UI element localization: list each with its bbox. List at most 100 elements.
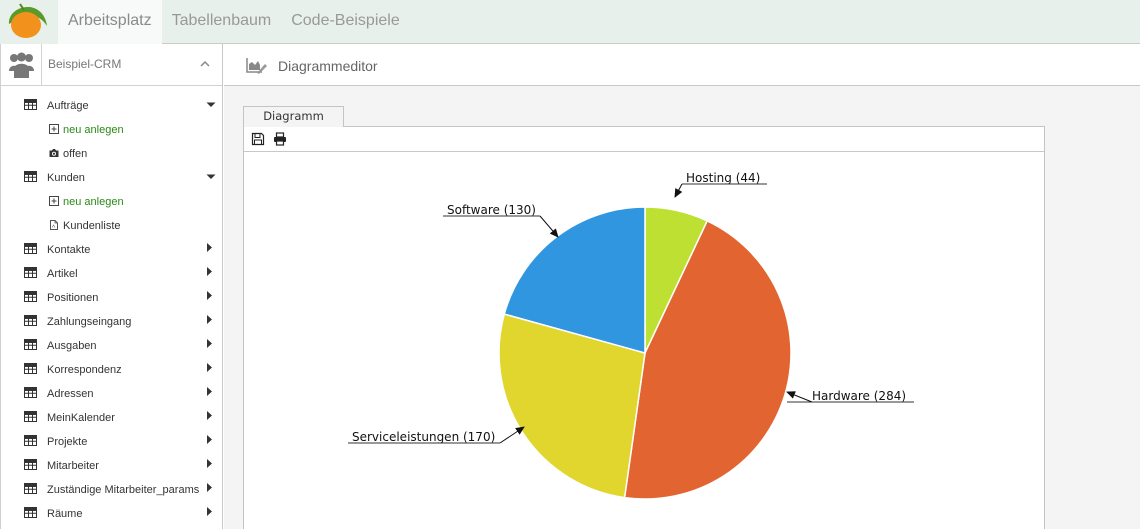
table-icon xyxy=(24,99,37,110)
label-pointer-arrow xyxy=(539,215,559,238)
caret-right-icon[interactable] xyxy=(205,267,214,276)
table-icon xyxy=(24,507,37,518)
table-icon xyxy=(24,387,37,398)
sidebar-item-label: Kontakte xyxy=(47,244,91,256)
camera-icon xyxy=(49,148,59,158)
sidebar-item[interactable]: Kundenliste xyxy=(1,214,223,238)
pie-chart: Hosting (44) Hardware (284) Serviceleistun… xyxy=(244,153,1044,529)
sidebar-item[interactable]: MeinKalender xyxy=(1,406,223,430)
print-icon[interactable] xyxy=(273,132,287,146)
sidebar-item[interactable]: neu anlegen xyxy=(1,118,223,142)
sidebar-menu: Aufträge neu anlegen offen Kunden neu anlege… xyxy=(1,94,223,526)
sidebar-item-label: Räume xyxy=(47,508,83,520)
sidebar-item-label: Adressen xyxy=(47,388,94,400)
plus-square-icon xyxy=(49,196,59,206)
sidebar-item-label: MeinKalender xyxy=(47,412,115,424)
sidebar-item-label: Artikel xyxy=(47,268,78,280)
diagram-toolbar xyxy=(244,127,1044,152)
caret-right-icon[interactable] xyxy=(205,291,214,300)
table-icon xyxy=(24,459,37,470)
table-icon xyxy=(24,435,37,446)
sidebar-item-label: Ausgaben xyxy=(47,340,97,352)
main-content: Diagrammeditor Diagramm Hosting (44) Har… xyxy=(224,44,1140,529)
sidebar-item-label: Mitarbeiter xyxy=(47,460,99,472)
sidebar-item[interactable]: offen xyxy=(1,142,223,166)
caret-right-icon[interactable] xyxy=(205,339,214,348)
table-icon xyxy=(24,291,37,302)
top-navigation-bar: Arbeitsplatz Tabellenbaum Code-Beispiele xyxy=(0,0,1140,44)
chart-edit-icon xyxy=(246,58,267,74)
sidebar-item-label: Projekte xyxy=(47,436,88,448)
sidebar-item[interactable]: Mitarbeiter xyxy=(1,454,223,478)
sidebar-item[interactable]: Zuständige Mitarbeiter_params xyxy=(1,478,223,502)
sidebar-item-label: Korrespondenz xyxy=(47,364,122,376)
caret-right-icon[interactable] xyxy=(205,507,214,516)
table-icon xyxy=(24,267,37,278)
sidebar-item[interactable]: Positionen xyxy=(1,286,223,310)
caret-right-icon[interactable] xyxy=(205,387,214,396)
sidebar-header[interactable]: Beispiel-CRM xyxy=(1,44,222,86)
pie-chart-svg: Hosting (44) Hardware (284) Serviceleistun… xyxy=(348,171,914,500)
sidebar-item-label: Kundenliste xyxy=(63,220,121,232)
slice-label-software: Software (130) xyxy=(447,203,536,217)
top-nav: Arbeitsplatz Tabellenbaum Code-Beispiele xyxy=(58,0,410,44)
plus-square-icon xyxy=(49,124,59,134)
orange-logo-icon xyxy=(8,3,47,38)
sidebar-item[interactable]: Adressen xyxy=(1,382,223,406)
table-icon xyxy=(24,339,37,350)
sidebar-item-label: neu anlegen xyxy=(63,124,124,136)
sidebar-item-label: Positionen xyxy=(47,292,99,304)
table-icon xyxy=(24,411,37,422)
users-icon xyxy=(1,44,42,85)
sidebar-item[interactable]: neu anlegen xyxy=(1,190,223,214)
sidebar-item[interactable]: Zahlungseingang xyxy=(1,310,223,334)
tab-diagramm[interactable]: Diagramm xyxy=(243,106,344,127)
sidebar-item-label: Kunden xyxy=(47,172,85,184)
nav-code-beispiele[interactable]: Code-Beispiele xyxy=(281,0,410,44)
sidebar-item[interactable]: Artikel xyxy=(1,262,223,286)
page-title: Diagrammeditor xyxy=(278,58,378,74)
caret-right-icon[interactable] xyxy=(205,243,214,252)
nav-arbeitsplatz[interactable]: Arbeitsplatz xyxy=(58,0,162,44)
app-logo[interactable] xyxy=(0,0,58,44)
label-pointer-arrow xyxy=(499,426,525,444)
caret-right-icon[interactable] xyxy=(205,315,214,324)
sidebar-item[interactable]: Räume xyxy=(1,502,223,526)
table-icon xyxy=(24,483,37,494)
main-header: Diagrammeditor xyxy=(224,44,1140,86)
caret-right-icon[interactable] xyxy=(205,459,214,468)
slice-label-hosting: Hosting (44) xyxy=(686,171,760,185)
sidebar-item[interactable]: Kunden xyxy=(1,166,223,190)
caret-right-icon[interactable] xyxy=(205,435,214,444)
chevron-up-icon[interactable] xyxy=(198,58,212,70)
sidebar-item-label: Zuständige Mitarbeiter_params xyxy=(47,484,200,496)
sidebar-item[interactable]: Korrespondenz xyxy=(1,358,223,382)
sidebar-item-label: Aufträge xyxy=(47,100,89,112)
sidebar-item-label: offen xyxy=(63,148,88,160)
sidebar-item[interactable]: Kontakte xyxy=(1,238,223,262)
sidebar: Beispiel-CRM Aufträge neu anlegen offen Kun… xyxy=(0,44,223,529)
table-icon xyxy=(24,363,37,374)
label-pointer-arrow xyxy=(786,391,813,403)
diagram-panel: Hosting (44) Hardware (284) Serviceleistun… xyxy=(243,126,1045,529)
caret-down-icon[interactable] xyxy=(206,101,216,110)
sidebar-item-label: neu anlegen xyxy=(63,196,124,208)
sidebar-title: Beispiel-CRM xyxy=(48,57,122,71)
sidebar-item-label: Zahlungseingang xyxy=(47,316,132,328)
caret-down-icon[interactable] xyxy=(206,173,216,182)
sidebar-item[interactable]: Projekte xyxy=(1,430,223,454)
label-pointer-arrow xyxy=(674,183,683,198)
table-icon xyxy=(24,315,37,326)
nav-tabellenbaum[interactable]: Tabellenbaum xyxy=(162,0,282,44)
caret-right-icon[interactable] xyxy=(205,363,214,372)
caret-right-icon[interactable] xyxy=(205,483,214,492)
save-icon[interactable] xyxy=(251,132,265,146)
table-icon xyxy=(24,243,37,254)
caret-right-icon[interactable] xyxy=(205,411,214,420)
sidebar-item[interactable]: Ausgaben xyxy=(1,334,223,358)
slice-label-serviceleistungen: Serviceleistungen (170) xyxy=(352,430,495,444)
sidebar-item[interactable]: Aufträge xyxy=(1,94,223,118)
table-icon xyxy=(24,171,37,182)
slice-label-hardware: Hardware (284) xyxy=(812,389,906,403)
document-icon xyxy=(49,220,59,230)
